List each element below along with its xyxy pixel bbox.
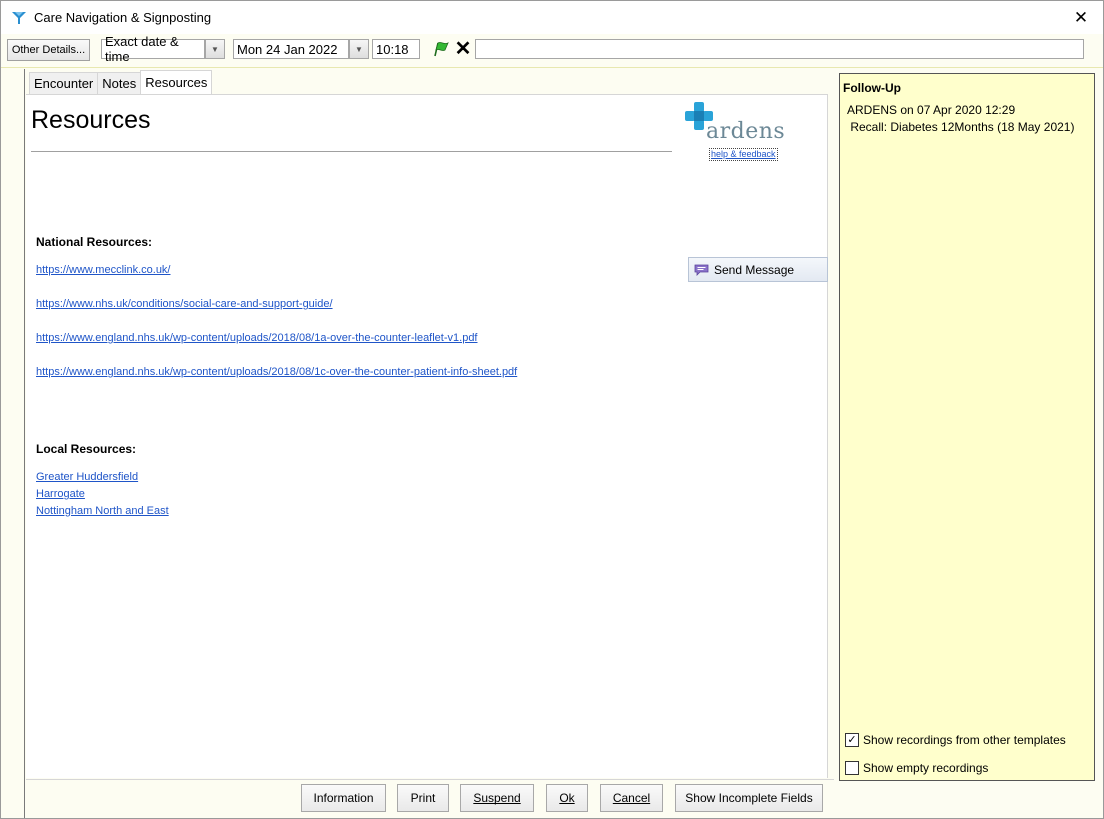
- note-input[interactable]: [475, 39, 1084, 59]
- show-empty-recordings-checkbox[interactable]: [845, 761, 859, 775]
- app-logo-icon: [12, 12, 26, 24]
- tab-notes[interactable]: Notes: [97, 72, 142, 94]
- show-other-templates-checkbox[interactable]: ✓: [845, 733, 859, 747]
- print-button[interactable]: Print: [397, 784, 449, 812]
- local-link-nottingham[interactable]: Nottingham North and East: [36, 505, 169, 517]
- help-feedback-link[interactable]: help & feedback: [709, 148, 778, 161]
- toolbar: Other Details... Exact date & time ▼ Mon…: [1, 34, 1103, 68]
- title-divider: [31, 151, 672, 152]
- national-link-mecclink[interactable]: https://www.mecclink.co.uk/: [36, 264, 171, 276]
- date-dropdown-arrow[interactable]: ▼: [349, 39, 369, 59]
- show-incomplete-fields-button[interactable]: Show Incomplete Fields: [675, 784, 823, 812]
- tab-strip: Encounter Notes Resources: [29, 70, 213, 94]
- national-link-otc-leaflet[interactable]: https://www.england.nhs.uk/wp-content/up…: [36, 332, 478, 344]
- local-link-greater-huddersfield[interactable]: Greater Huddersfield: [36, 471, 138, 483]
- ardens-logo-text: ardens: [706, 119, 786, 144]
- left-gutter: [2, 69, 24, 818]
- show-empty-recordings-row[interactable]: Show empty recordings: [845, 761, 988, 775]
- window-title: Care Navigation & Signposting: [34, 10, 212, 25]
- national-link-otc-info-sheet[interactable]: https://www.england.nhs.uk/wp-content/up…: [36, 366, 517, 378]
- time-field[interactable]: 10:18: [372, 39, 420, 59]
- ok-button[interactable]: Ok: [546, 784, 588, 812]
- local-resources-heading: Local Resources:: [36, 442, 137, 456]
- national-resources-heading: National Resources:: [36, 235, 153, 249]
- ardens-logo: ardens help & feedback: [684, 101, 794, 161]
- page-title: Resources: [31, 106, 151, 134]
- main-panel: Encounter Notes Resources Resources arde…: [24, 69, 834, 818]
- follow-up-panel: Follow-Up ARDENS on 07 Apr 2020 12:29 Re…: [839, 73, 1095, 781]
- information-button[interactable]: Information: [301, 784, 386, 812]
- action-bar: Information Print Suspend Ok Cancel Show…: [26, 779, 834, 818]
- tab-resources[interactable]: Resources: [140, 70, 213, 94]
- title-bar: Care Navigation & Signposting ✕: [1, 1, 1103, 34]
- date-mode-select[interactable]: Exact date & time: [101, 34, 205, 64]
- cancel-button[interactable]: Cancel: [600, 784, 663, 812]
- flag-icon[interactable]: [431, 39, 451, 59]
- tab-encounter[interactable]: Encounter: [29, 72, 99, 94]
- close-button[interactable]: ✕: [1059, 1, 1103, 34]
- clear-icon[interactable]: ✕: [453, 39, 473, 59]
- resources-content: Resources ardens help & feedback Nationa…: [26, 94, 828, 778]
- follow-up-title: Follow-Up: [843, 81, 901, 95]
- national-link-social-care[interactable]: https://www.nhs.uk/conditions/social-car…: [36, 298, 333, 310]
- show-other-templates-row[interactable]: ✓ Show recordings from other templates: [845, 733, 1066, 747]
- local-link-harrogate[interactable]: Harrogate: [36, 488, 85, 500]
- suspend-button[interactable]: Suspend: [460, 784, 534, 812]
- other-details-button[interactable]: Other Details...: [7, 39, 90, 61]
- show-empty-recordings-label: Show empty recordings: [863, 761, 989, 775]
- send-message-button[interactable]: Send Message: [688, 257, 828, 282]
- date-field[interactable]: Mon 24 Jan 2022: [233, 39, 349, 59]
- follow-up-text: ARDENS on 07 Apr 2020 12:29 Recall: Diab…: [847, 103, 1075, 134]
- send-message-label: Send Message: [714, 262, 795, 277]
- show-other-templates-label: Show recordings from other templates: [863, 733, 1066, 747]
- main-window: Care Navigation & Signposting ✕ Other De…: [0, 0, 1104, 819]
- message-icon: [694, 264, 709, 276]
- date-mode-dropdown-arrow[interactable]: ▼: [205, 39, 225, 59]
